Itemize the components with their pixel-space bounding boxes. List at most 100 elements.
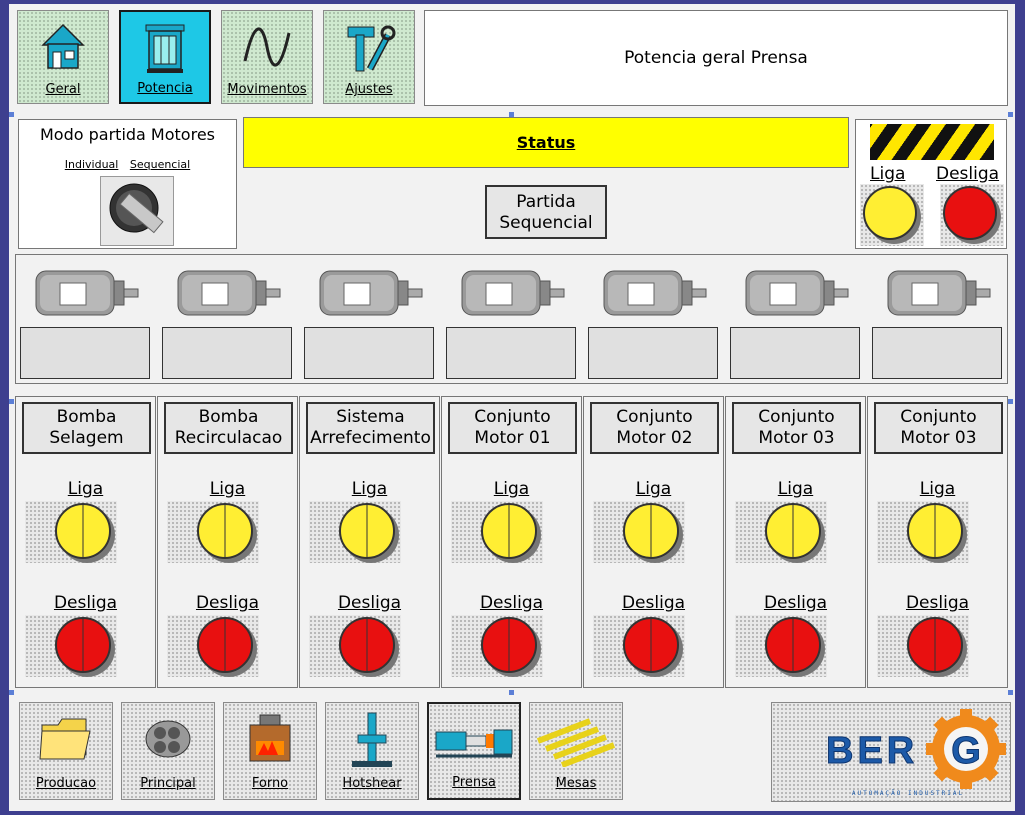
desliga-button[interactable] xyxy=(309,615,401,677)
desliga-label: Desliga xyxy=(479,593,544,613)
desliga-label: Desliga xyxy=(195,593,260,613)
selection-handle xyxy=(509,112,514,117)
press-icon xyxy=(435,729,513,758)
drive-title-line1: Sistema xyxy=(336,407,405,427)
nav-movimentos-button[interactable]: Movimentos xyxy=(221,10,313,104)
nav-ajustes-button[interactable]: Ajustes xyxy=(323,10,415,104)
motor-status-display xyxy=(872,327,1002,379)
partida-line1: Partida xyxy=(516,192,576,212)
red-lamp-icon xyxy=(943,186,1001,244)
bottom-navigation: Producao Principal Forno Hotshear Prensa… xyxy=(15,698,1011,808)
liga-label: Liga xyxy=(493,479,530,499)
desliga-label: Desliga xyxy=(53,593,118,613)
drive-title: Conjunto Motor 03 xyxy=(874,402,1003,454)
drive-title-line2: Selagem xyxy=(49,428,124,448)
liga-label: Liga xyxy=(209,479,246,499)
partida-line2: Sequencial xyxy=(499,213,593,233)
drive-control-column: Conjunto Motor 03 Liga Desliga xyxy=(725,396,866,688)
motor-icon xyxy=(882,265,1002,321)
drive-title-line2: Arrefecimento xyxy=(310,428,431,448)
nav-principal-button[interactable]: Principal xyxy=(121,702,215,800)
liga-button[interactable] xyxy=(593,501,685,563)
nav-producao-button[interactable]: Producao xyxy=(19,702,113,800)
nav-label: Potencia xyxy=(137,81,193,96)
nav-hotshear-button[interactable]: Hotshear xyxy=(325,702,419,800)
selection-handle xyxy=(1008,112,1013,117)
motor-status-display xyxy=(20,327,150,379)
cable-bundle-icon xyxy=(145,720,191,758)
nav-label: Prensa xyxy=(452,775,496,790)
desliga-button[interactable] xyxy=(167,615,259,677)
nav-label: Principal xyxy=(140,776,196,791)
drive-control-column: Conjunto Motor 03 Liga Desliga xyxy=(867,396,1008,688)
drive-title: Bomba Selagem xyxy=(22,402,151,454)
selection-handle xyxy=(509,690,514,695)
desliga-button[interactable] xyxy=(735,615,827,677)
drive-title-line1: Conjunto xyxy=(616,407,693,427)
drive-title-line1: Conjunto xyxy=(758,407,835,427)
motor-status-display xyxy=(588,327,718,379)
liga-label: Liga xyxy=(67,479,104,499)
desliga-button[interactable] xyxy=(451,615,543,677)
liga-button[interactable] xyxy=(451,501,543,563)
option-individual[interactable]: Individual xyxy=(65,158,119,171)
desliga-button[interactable] xyxy=(25,615,117,677)
drive-title-line2: Motor 02 xyxy=(616,428,693,448)
start-mode-panel: Modo partida Motores Individual Sequenci… xyxy=(18,119,237,249)
drive-title-line1: Bomba xyxy=(56,407,117,427)
master-desliga-label: Desliga xyxy=(936,164,1000,184)
drive-title-line2: Recirculacao xyxy=(174,428,283,448)
desliga-label: Desliga xyxy=(763,593,828,613)
selection-handle xyxy=(9,399,14,404)
nav-geral-button[interactable]: Geral xyxy=(17,10,109,104)
master-liga-label: Liga xyxy=(870,164,906,184)
liga-button[interactable] xyxy=(25,501,117,563)
nav-potencia-button[interactable]: Potencia xyxy=(119,10,211,104)
rotary-switch-icon xyxy=(109,183,164,234)
tables-icon xyxy=(536,718,616,767)
motor-status-display xyxy=(730,327,860,379)
house-icon xyxy=(41,23,85,69)
drive-control-column: Conjunto Motor 02 Liga Desliga xyxy=(583,396,724,688)
partida-sequencial-button[interactable]: Partida Sequencial xyxy=(485,185,607,239)
liga-button[interactable] xyxy=(877,501,969,563)
desliga-label: Desliga xyxy=(337,593,402,613)
hmi-screen: Geral Potencia Movimentos Ajustes Potenc… xyxy=(9,4,1015,811)
selection-handle xyxy=(9,112,14,117)
nav-forno-button[interactable]: Forno xyxy=(223,702,317,800)
status-bar: Status xyxy=(243,117,849,168)
nav-label: Forno xyxy=(251,776,289,791)
screen-title: Potencia geral Prensa xyxy=(424,10,1008,106)
option-sequencial[interactable]: Sequencial xyxy=(130,158,190,171)
sine-wave-icon xyxy=(243,27,291,67)
selection-handle xyxy=(1008,690,1013,695)
liga-button[interactable] xyxy=(167,501,259,563)
drive-title-line1: Conjunto xyxy=(474,407,551,427)
motor-icon xyxy=(30,265,150,321)
selection-handle xyxy=(1008,399,1013,404)
nav-label: Producao xyxy=(35,776,97,791)
liga-button[interactable] xyxy=(735,501,827,563)
motor-status-display xyxy=(446,327,576,379)
liga-button[interactable] xyxy=(309,501,401,563)
motor-status-display xyxy=(162,327,292,379)
master-liga-button[interactable] xyxy=(860,184,924,246)
desliga-label: Desliga xyxy=(905,593,970,613)
nav-mesas-button[interactable]: Mesas xyxy=(529,702,623,800)
liga-label: Liga xyxy=(777,479,814,499)
drive-title: Sistema Arrefecimento xyxy=(306,402,435,454)
logo-brand-left: BER xyxy=(826,730,918,772)
start-mode-options: Individual Sequencial xyxy=(19,158,236,171)
master-desliga-button[interactable] xyxy=(940,184,1004,246)
desliga-button[interactable] xyxy=(593,615,685,677)
nav-label: Mesas xyxy=(555,776,597,791)
nav-prensa-button[interactable]: Prensa xyxy=(427,702,521,800)
liga-label: Liga xyxy=(919,479,956,499)
drive-control-column: Conjunto Motor 01 Liga Desliga xyxy=(441,396,582,688)
desliga-button[interactable] xyxy=(877,615,969,677)
mode-selector-switch[interactable] xyxy=(100,176,174,246)
yellow-lamp-icon xyxy=(863,186,921,244)
furnace-icon xyxy=(249,714,291,762)
drive-title: Conjunto Motor 02 xyxy=(590,402,719,454)
drive-title: Conjunto Motor 01 xyxy=(448,402,577,454)
